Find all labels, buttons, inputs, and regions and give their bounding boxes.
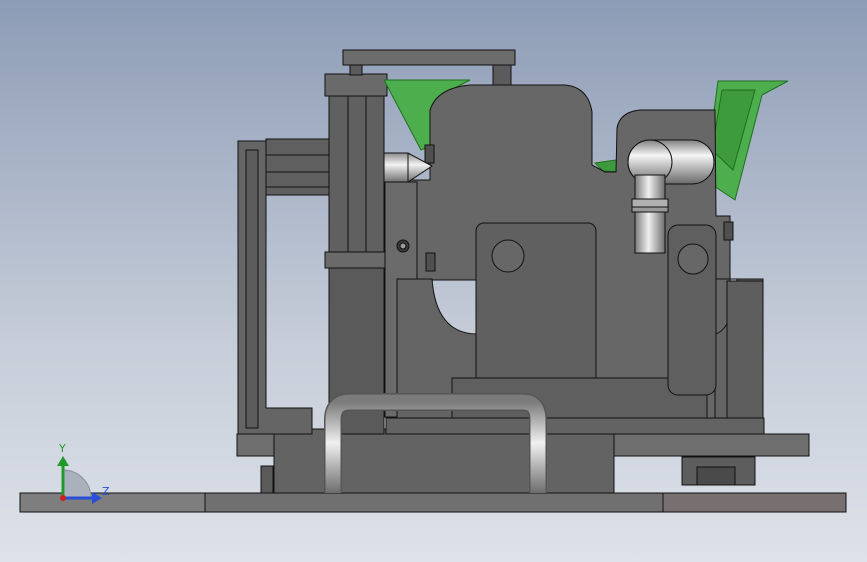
guide-column-cap — [324, 73, 388, 97]
triad-origin — [60, 495, 66, 501]
base-plate-segment-middle — [204, 492, 664, 513]
triad-z-label: Z — [102, 485, 110, 498]
support-post — [260, 465, 274, 494]
elbow-ring — [631, 198, 669, 208]
cad-viewport[interactable]: Y Z — [0, 0, 867, 562]
base-plate-segment-right — [662, 492, 847, 513]
inspection-port-right[interactable] — [677, 243, 709, 275]
cad-model-assembly[interactable] — [0, 0, 867, 562]
top-bar[interactable] — [342, 49, 516, 66]
bracket — [425, 252, 436, 272]
elbow-vertical[interactable] — [634, 174, 666, 254]
bolt-inner — [399, 242, 407, 250]
inspection-port-left[interactable] — [491, 239, 525, 273]
triad-y-arrow — [57, 456, 69, 466]
bracket — [723, 221, 734, 241]
top-bar-stem — [492, 64, 512, 86]
guide-column-base — [324, 251, 388, 269]
triad-y-label: Y — [59, 442, 66, 455]
axis-triad — [57, 456, 102, 504]
elbow-ring — [631, 206, 669, 213]
rail-block-right-carriage — [696, 466, 736, 486]
right-side-plate — [726, 280, 764, 419]
triad-quarter-disc — [62, 469, 92, 499]
c-frame-inner — [245, 149, 259, 429]
housing-foot — [385, 417, 765, 435]
bracket — [424, 144, 435, 164]
top-bar-stud — [349, 64, 363, 76]
guide-column[interactable] — [328, 73, 385, 267]
